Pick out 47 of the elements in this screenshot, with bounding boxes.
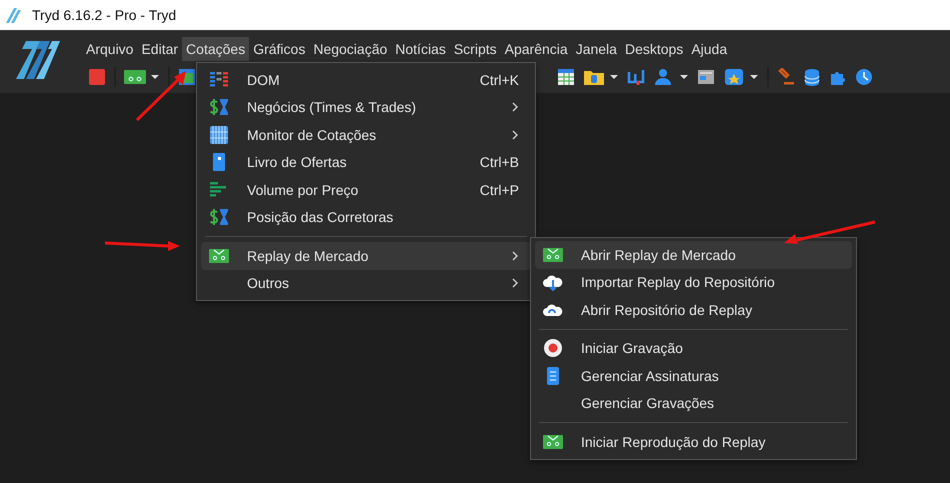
menu-item[interactable]: Iniciar Reprodução do Replay — [535, 428, 852, 456]
shortcut-label: Ctrl+B — [480, 154, 519, 170]
menu-item[interactable]: Gerenciar Assinaturas — [535, 362, 852, 390]
grid-icon — [209, 124, 229, 145]
annotation-arrow — [136, 71, 186, 122]
menu-item[interactable]: Monitor de Cotações — [201, 121, 531, 148]
database-icon[interactable] — [803, 68, 821, 86]
menu-bar-item[interactable]: Desktops — [620, 37, 688, 61]
user-dropdown-icon[interactable] — [653, 68, 689, 86]
clock-icon[interactable] — [855, 68, 873, 86]
app-logo-icon — [4, 5, 24, 25]
menu-item[interactable]: DOM Ctrl+K — [201, 66, 531, 94]
record-icon — [543, 338, 563, 358]
shortcut-label: Ctrl+K — [480, 72, 519, 88]
spreadsheet-icon[interactable] — [557, 68, 575, 86]
bar-chart-icon[interactable] — [627, 68, 645, 86]
stop-icon[interactable] — [88, 68, 106, 86]
menu-bar-item[interactable]: Editar — [137, 37, 182, 61]
menu-item[interactable]: Iniciar Gravação — [535, 334, 852, 362]
replay-dropdown-icon[interactable] — [124, 68, 160, 86]
menu-bar-item[interactable]: Cotações — [182, 37, 250, 61]
dollar-hourglass-icon — [209, 97, 229, 118]
menu-bar-item[interactable]: Gráficos — [249, 37, 310, 61]
menu-item[interactable]: Abrir Replay de Mercado — [535, 241, 852, 268]
menu-item[interactable]: Gerenciar Gravações — [535, 390, 852, 417]
menu-bar-item[interactable]: Negociação — [309, 37, 392, 61]
menu-bar-item[interactable]: Scripts — [450, 37, 501, 61]
shortcut-label: Ctrl+P — [480, 182, 519, 198]
dollar-hourglass-icon — [209, 207, 229, 228]
gavel-icon[interactable] — [777, 68, 795, 86]
menu-bar-item[interactable]: Ajuda — [687, 37, 732, 61]
database-star-dropdown-icon[interactable] — [723, 68, 759, 86]
menu-item[interactable]: Abrir Repositório de Replay — [535, 296, 852, 324]
menu-item[interactable]: Posição das Corretoras — [201, 204, 531, 231]
menu-item[interactable]: Replay de Mercado — [201, 242, 531, 270]
menu-bar-item[interactable]: Janela — [572, 37, 621, 61]
menu-item[interactable]: Outros — [201, 270, 531, 297]
menu-item[interactable]: Importar Replay do Repositório — [535, 268, 852, 296]
folder-dropdown-icon[interactable] — [583, 68, 619, 86]
window-title: Tryd 6.16.2 - Pro - Tryd — [32, 7, 176, 23]
menu-bar-item[interactable]: Aparência — [500, 37, 572, 61]
menu-bar-item[interactable]: Notícias — [391, 37, 450, 61]
menu-item[interactable]: Negócios (Times & Trades) — [201, 94, 531, 121]
window-icon[interactable] — [697, 68, 715, 86]
menu-bar-item[interactable]: Arquivo — [82, 37, 138, 61]
menu-item[interactable]: Volume por Preço Ctrl+P — [201, 176, 531, 204]
menu-item[interactable]: Livro de Ofertas Ctrl+B — [201, 148, 531, 176]
